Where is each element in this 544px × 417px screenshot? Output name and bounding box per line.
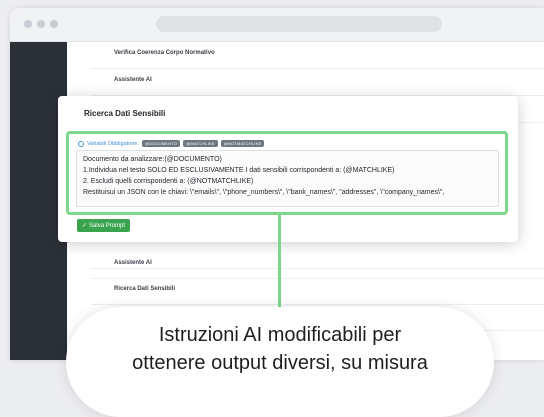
list-item-label: Assistente AI	[114, 77, 152, 83]
prompt-textarea[interactable]: Documento da analizzare:(@DOCUMENTO) 1.I…	[76, 150, 499, 207]
info-icon	[78, 140, 84, 147]
prompt-line: Restituisui un JSON con le chiavi: \"ema…	[83, 189, 445, 196]
prompt-line: Documento da analizzare:(@DOCUMENTO)	[83, 156, 222, 163]
required-variables: Variabili Obbligatorie: @DOCUMENTO @MATC…	[78, 140, 265, 147]
list-item[interactable]: Assistente AI	[91, 252, 544, 279]
callout-connector	[278, 215, 281, 310]
prompt-line: 2. Escludi quelli corrispondenti a: (@NO…	[83, 178, 254, 185]
variable-chip[interactable]: @NOTMATCHLIKE	[220, 140, 265, 147]
window-minimize-dot[interactable]	[37, 20, 45, 28]
callout-bubble: Istruzioni AI modificabili per ottenere …	[66, 307, 494, 417]
variables-label: Variabili Obbligatorie:	[87, 140, 139, 147]
check-icon: ✓	[82, 223, 88, 229]
modal-title: Ricerca Dati Sensibili	[84, 109, 166, 118]
window-maximize-dot[interactable]	[50, 20, 58, 28]
window-close-dot[interactable]	[24, 20, 32, 28]
list-item[interactable]: Ricerca Dati Sensibili	[91, 278, 544, 305]
prompt-line: 1.Individua nel testo SOLO ED ESCLUSIVAM…	[83, 167, 395, 174]
callout-line: ottenere output diversi, su misura	[132, 352, 428, 374]
variable-chip[interactable]: @MATCHLIKE	[183, 140, 218, 147]
save-prompt-button[interactable]: ✓ Salva Prompt	[77, 219, 131, 232]
callout-line: Istruzioni AI modificabili per	[158, 324, 402, 346]
browser-titlebar	[10, 8, 544, 42]
variable-chip[interactable]: @DOCUMENTO	[141, 140, 181, 147]
list-item-label: Ricerca Dati Sensibili	[114, 286, 176, 292]
callout-text: Istruzioni AI modificabili per ottenere …	[66, 321, 494, 377]
address-bar[interactable]	[156, 16, 442, 32]
list-item[interactable]: Verifica Coerenza Corpo Normativo	[91, 42, 544, 69]
prompt-highlight-box: Variabili Obbligatorie: @DOCUMENTO @MATC…	[66, 131, 508, 215]
list-item-label: Verifica Coerenza Corpo Normativo	[114, 50, 215, 56]
list-item[interactable]: Assistente AI	[91, 69, 544, 96]
save-prompt-label: Salva Prompt	[89, 222, 126, 229]
list-item-label: Assistente AI	[114, 260, 152, 266]
